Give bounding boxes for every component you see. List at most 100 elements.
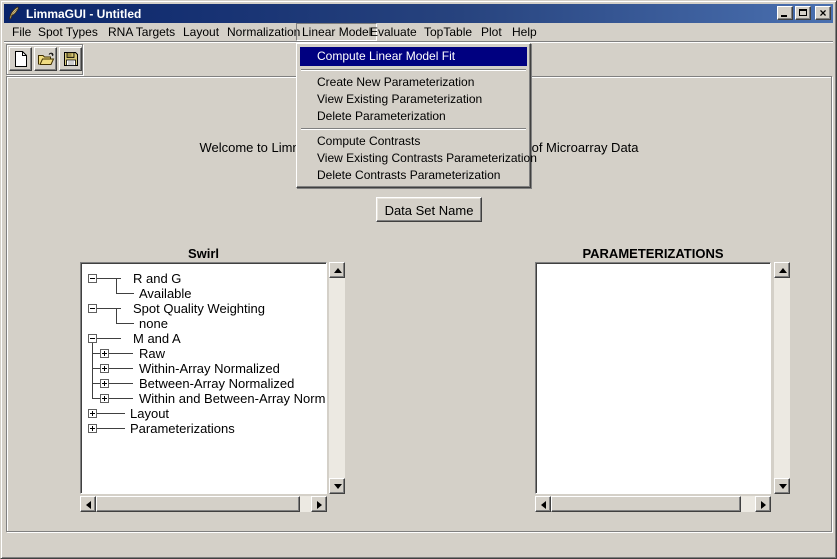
expand-icon[interactable] [100,394,109,403]
maximize-button[interactable] [795,6,811,20]
scroll-left-button[interactable] [535,496,551,512]
minimize-icon [781,15,787,17]
tree-item[interactable]: Available [139,286,192,301]
title-bar[interactable]: LimmaGUI - Untitled × [4,4,833,23]
menu-rna-targets[interactable]: RNA Targets [108,23,175,41]
arrow-right-icon [317,501,322,509]
maximize-icon [799,9,807,16]
menu-separator [301,128,526,130]
menu-separator [301,69,526,71]
scroll-right-button[interactable] [311,496,327,512]
left-panel-title: Swirl [80,246,327,261]
data-set-name-button[interactable]: Data Set Name [376,197,482,222]
app-window: LimmaGUI - Untitled × File Spot Types RN… [0,0,837,559]
menu-spot-types[interactable]: Spot Types [38,23,98,41]
scroll-left-button[interactable] [80,496,96,512]
right-vertical-scrollbar[interactable] [774,262,790,494]
arrow-left-icon [541,501,546,509]
close-icon: × [816,6,830,20]
linear-model-dropdown-menu: Compute Linear Model Fit Create New Para… [296,43,531,188]
minimize-button[interactable] [777,6,793,20]
app-feather-icon [6,6,21,21]
menu-plot[interactable]: Plot [481,23,502,41]
tree-item[interactable]: M and A [133,331,181,346]
menu-toptable[interactable]: TopTable [424,23,472,41]
tree-item[interactable]: Parameterizations [130,421,235,436]
menu-item-view-existing-contrasts-parameterization[interactable]: View Existing Contrasts Parameterization [300,150,527,167]
tree-line [116,323,134,324]
tree-line [97,308,121,309]
tree-line [92,343,93,398]
window-title: LimmaGUI - Untitled [26,7,141,21]
new-file-button[interactable] [9,47,32,71]
scrollbar-thumb[interactable] [96,496,300,512]
scroll-right-button[interactable] [755,496,771,512]
tree-line [97,338,121,339]
scroll-down-button[interactable] [329,478,345,494]
tree-line [97,428,125,429]
arrow-left-icon [86,501,91,509]
menu-linear-model[interactable]: Linear Model [296,23,377,41]
scrollbar-trough[interactable] [329,278,345,478]
menu-item-create-new-parameterization[interactable]: Create New Parameterization [300,74,527,91]
tree-item[interactable]: Within-Array Normalized [139,361,280,376]
tree-line [109,368,133,369]
tree-item[interactable]: Raw [139,346,165,361]
collapse-icon[interactable] [88,334,97,343]
toolbar [6,44,83,75]
scroll-up-button[interactable] [329,262,345,278]
arrow-up-icon [334,268,342,273]
tree-item[interactable]: Between-Array Normalized [139,376,294,391]
scrollbar-trough[interactable] [774,278,790,478]
menu-item-delete-contrasts-parameterization[interactable]: Delete Contrasts Parameterization [300,167,527,184]
tree-line [92,398,100,399]
menu-item-compute-contrasts[interactable]: Compute Contrasts [300,133,527,150]
left-horizontal-scrollbar[interactable] [80,496,327,512]
save-floppy-icon [63,51,79,67]
collapse-icon[interactable] [88,274,97,283]
tree-line [109,353,133,354]
save-file-button[interactable] [59,47,82,71]
tree-item[interactable]: none [139,316,168,331]
collapse-icon[interactable] [88,304,97,313]
tree-line [116,278,117,293]
left-vertical-scrollbar[interactable] [329,262,345,494]
menu-item-compute-linear-model-fit[interactable]: Compute Linear Model Fit [300,47,527,66]
arrow-right-icon [761,501,766,509]
close-button[interactable]: × [815,6,831,20]
tree-item[interactable]: Spot Quality Weighting [133,301,265,316]
arrow-up-icon [779,268,787,273]
menu-normalization[interactable]: Normalization [227,23,300,41]
scroll-up-button[interactable] [774,262,790,278]
tree-item[interactable]: Layout [130,406,169,421]
expand-icon[interactable] [88,424,97,433]
menu-item-delete-parameterization[interactable]: Delete Parameterization [300,108,527,125]
tree-line [109,383,133,384]
menu-file[interactable]: File [12,23,31,41]
scrollbar-thumb[interactable] [551,496,741,512]
new-file-icon [13,50,29,68]
tree-line [116,293,134,294]
tree-item[interactable]: Within and Between-Array Normalized [139,391,327,406]
tree-line [92,368,100,369]
expand-icon[interactable] [88,409,97,418]
tree-item[interactable]: R and G [133,271,181,286]
right-horizontal-scrollbar[interactable] [535,496,771,512]
tree-line [92,383,100,384]
open-file-button[interactable] [34,47,57,71]
menu-layout[interactable]: Layout [183,23,219,41]
parameterizations-list[interactable] [535,262,771,494]
arrow-down-icon [779,484,787,489]
tree-line [109,398,133,399]
tree-line [97,413,125,414]
expand-icon[interactable] [100,349,109,358]
dataset-tree[interactable]: R and G Available Spot Quality Weighting… [80,262,327,494]
menu-evaluate[interactable]: Evaluate [370,23,417,41]
expand-icon[interactable] [100,379,109,388]
scroll-down-button[interactable] [774,478,790,494]
menu-help[interactable]: Help [512,23,537,41]
expand-icon[interactable] [100,364,109,373]
open-folder-icon [37,51,55,67]
menu-item-view-existing-parameterization[interactable]: View Existing Parameterization [300,91,527,108]
tree-line [92,353,100,354]
